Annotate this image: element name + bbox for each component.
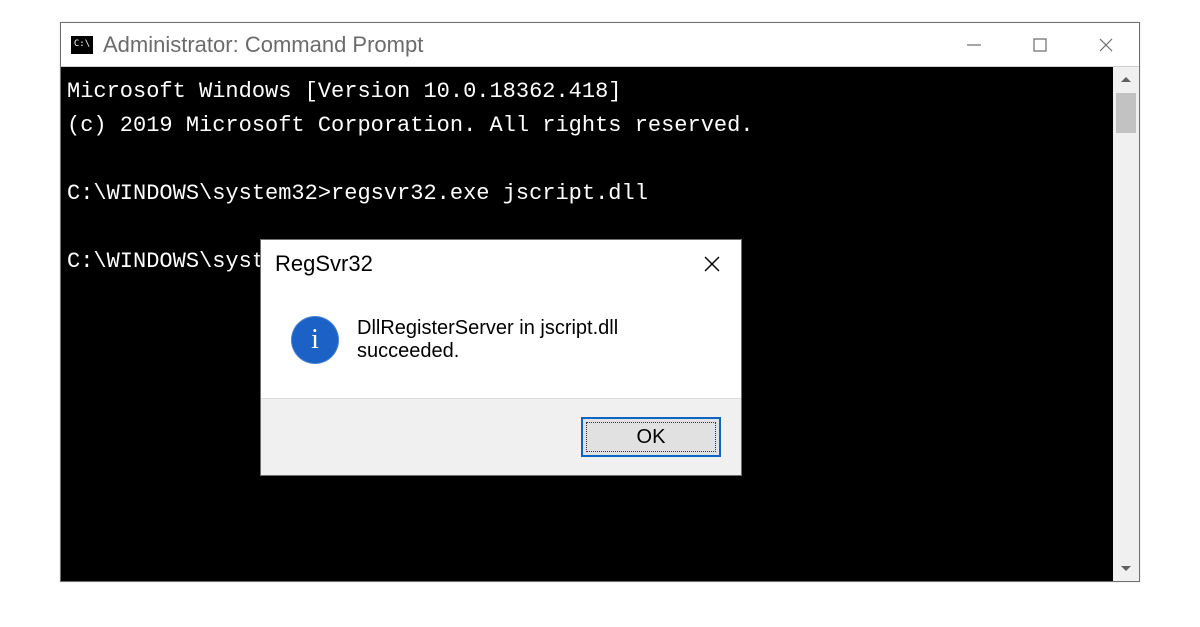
minimize-button[interactable] — [941, 23, 1007, 66]
scroll-up-button[interactable] — [1113, 67, 1139, 93]
cmd-line: C:\WINDOWS\system32>regsvr32.exe jscript… — [67, 181, 648, 206]
dialog-title: RegSvr32 — [275, 251, 683, 277]
dialog-footer: OK — [261, 398, 741, 475]
close-icon — [703, 255, 721, 273]
chevron-down-icon — [1120, 562, 1132, 574]
cmd-line: C:\WINDOWS\syst — [67, 249, 265, 274]
ok-button[interactable]: OK — [581, 417, 721, 457]
cmd-line: (c) 2019 Microsoft Corporation. All righ… — [67, 113, 754, 138]
dialog-body: i DllRegisterServer in jscript.dll succe… — [261, 288, 741, 398]
info-icon: i — [291, 316, 339, 364]
chevron-up-icon — [1120, 74, 1132, 86]
cmd-icon-glyph: C:\ — [74, 40, 90, 49]
cmd-app-icon: C:\ — [71, 36, 93, 54]
dialog-close-button[interactable] — [683, 240, 741, 288]
cmd-window-title: Administrator: Command Prompt — [103, 32, 941, 58]
info-icon-glyph: i — [311, 326, 319, 354]
minimize-icon — [965, 36, 983, 54]
cmd-titlebar[interactable]: C:\ Administrator: Command Prompt — [61, 23, 1139, 67]
dialog-titlebar[interactable]: RegSvr32 — [261, 240, 741, 288]
window-controls — [941, 23, 1139, 66]
close-icon — [1097, 36, 1115, 54]
scroll-down-button[interactable] — [1113, 555, 1139, 581]
dialog-message: DllRegisterServer in jscript.dll succeed… — [357, 317, 721, 363]
maximize-button[interactable] — [1007, 23, 1073, 66]
scroll-thumb[interactable] — [1116, 93, 1136, 133]
vertical-scrollbar[interactable] — [1113, 67, 1139, 581]
cmd-line: Microsoft Windows [Version 10.0.18362.41… — [67, 79, 622, 104]
scroll-track[interactable] — [1113, 93, 1139, 555]
maximize-icon — [1031, 36, 1049, 54]
regsvr32-dialog: RegSvr32 i DllRegisterServer in jscript.… — [260, 239, 742, 476]
close-button[interactable] — [1073, 23, 1139, 66]
